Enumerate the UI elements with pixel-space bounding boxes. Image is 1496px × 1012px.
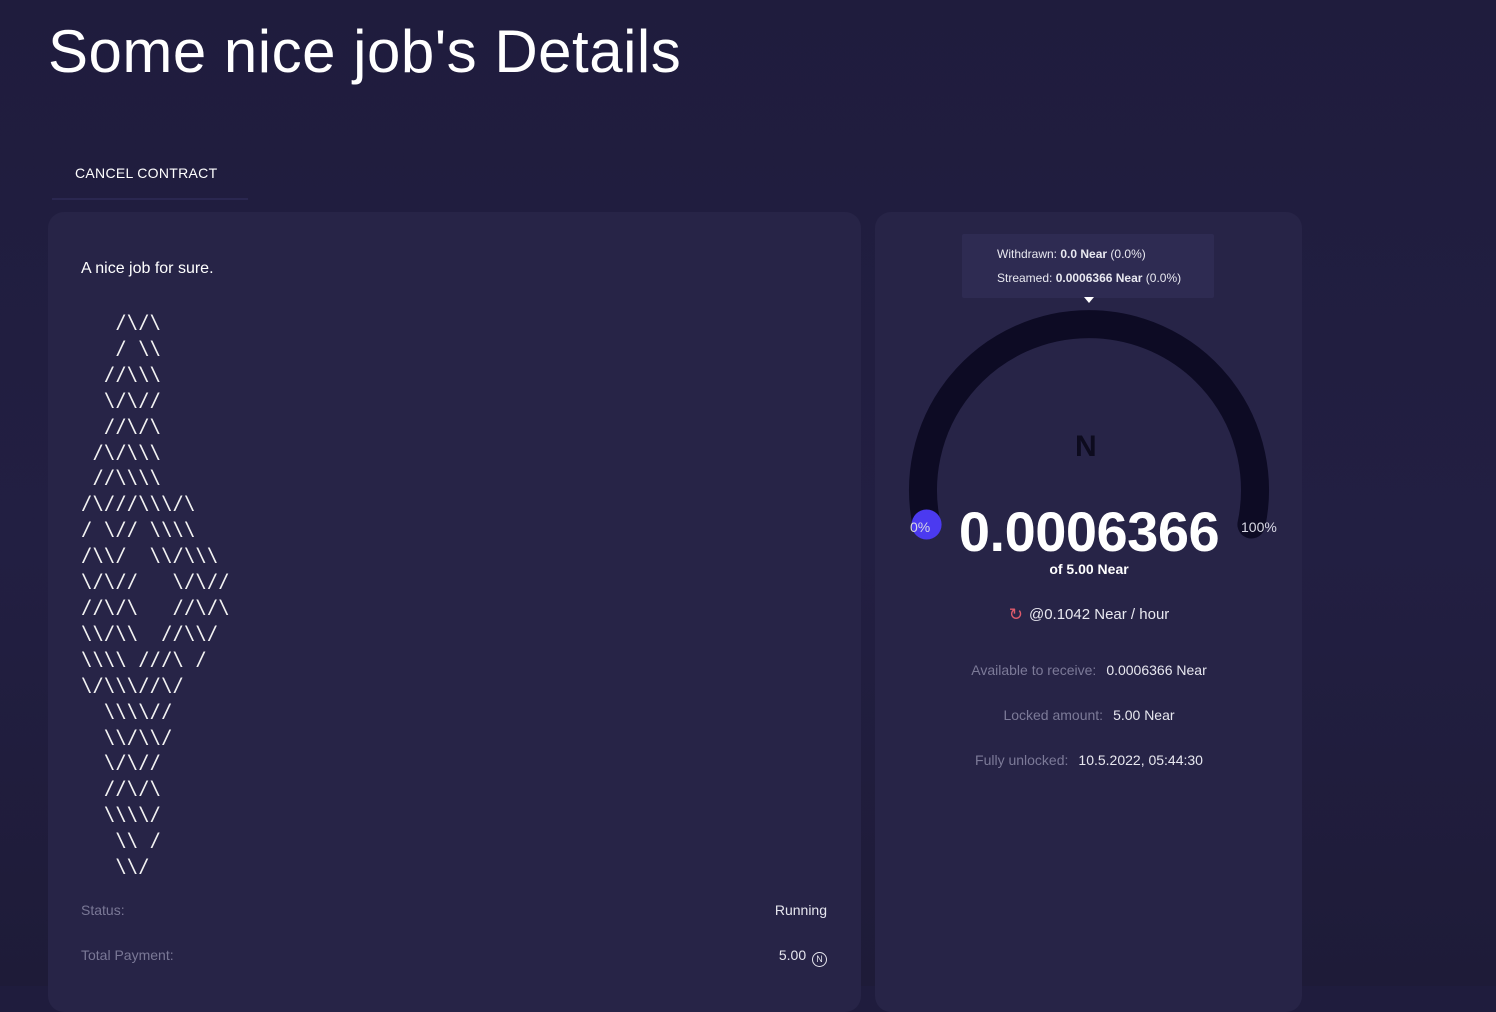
unlocked-value: 10.5.2022, 05:44:30 [1078, 752, 1203, 768]
available-value: 0.0006366 Near [1106, 662, 1207, 678]
cancel-contract-button[interactable]: CANCEL CONTRACT [52, 148, 248, 200]
locked-value: 5.00 Near [1113, 707, 1175, 723]
available-label: Available to receive: [971, 662, 1097, 678]
streamed-amount: 0.0006366 [958, 500, 1220, 563]
status-row: Status: Running [81, 902, 827, 918]
unlocked-row: Fully unlocked: 10.5.2022, 05:44:30 [875, 752, 1303, 768]
job-details-card: A nice job for sure. /\/\ / \\ //\\\ \/\… [48, 212, 861, 1012]
locked-label: Locked amount: [1003, 707, 1104, 723]
near-logo-icon: N [1075, 430, 1097, 463]
stream-gauge [909, 310, 1269, 540]
stream-rate-text: @0.1042 Near / hour [1028, 606, 1170, 623]
total-payment-row: Total Payment: 5.00 N [81, 947, 827, 967]
available-row: Available to receive: 0.0006366 Near [875, 662, 1303, 678]
near-circle-icon: N [812, 952, 827, 967]
unlocked-label: Fully unlocked: [975, 752, 1069, 768]
stream-rate: ↻ @0.1042 Near / hour [875, 605, 1303, 625]
status-label: Status: [81, 902, 125, 918]
total-payment-value: 5.00 [778, 947, 807, 963]
total-amount: of 5.00 Near [1049, 561, 1129, 577]
total-payment-label: Total Payment: [81, 947, 174, 963]
job-description: A nice job for sure. [81, 260, 214, 277]
gauge-track [909, 310, 1269, 539]
page-title: Some nice job's Details [48, 18, 682, 85]
locked-row: Locked amount: 5.00 Near [875, 707, 1303, 723]
status-value: Running [774, 902, 827, 918]
stream-card: Withdrawn: 0.0 Near (0.0%) Streamed: 0.0… [875, 212, 1302, 1012]
total-payment-value-wrap: 5.00 N [779, 947, 827, 967]
job-ascii-art: /\/\ / \\ //\\\ \/\// //\/\ /\/\\\ //\\\… [81, 311, 230, 878]
rotate-icon: ↻ [1008, 605, 1023, 624]
